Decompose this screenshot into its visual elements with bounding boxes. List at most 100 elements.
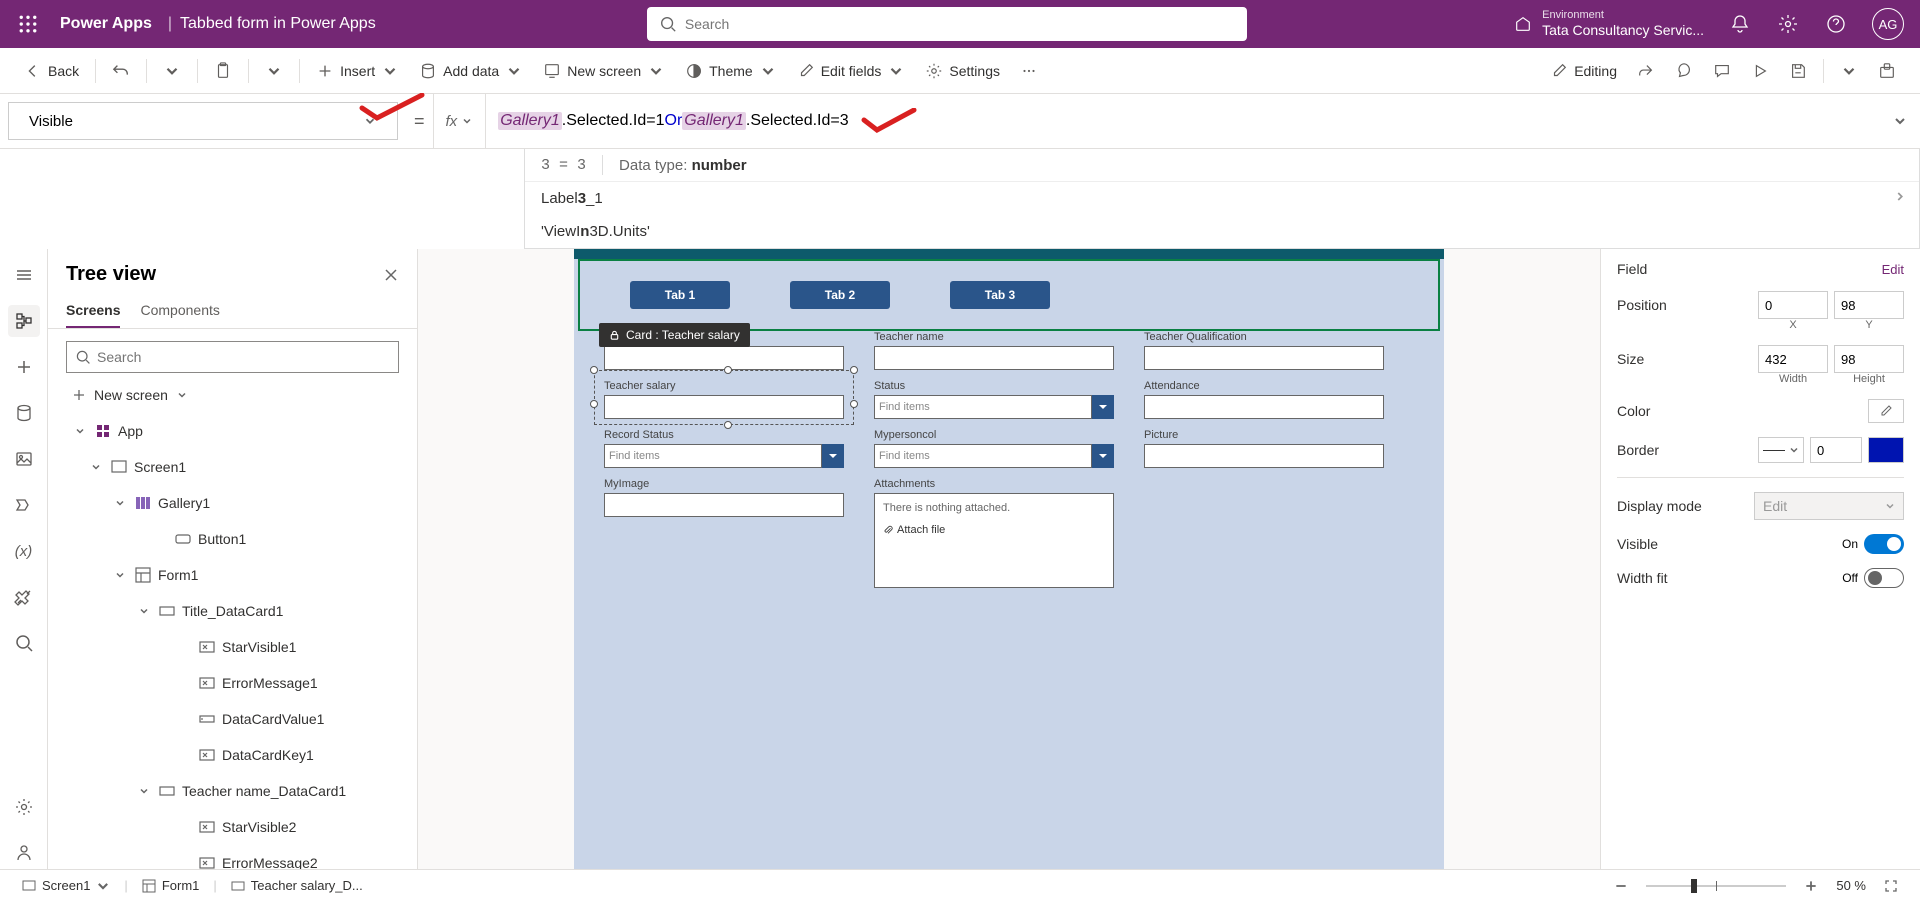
display-mode-select[interactable]: Edit: [1754, 492, 1904, 520]
save-dropdown[interactable]: [1832, 56, 1866, 86]
field-teacher-salary[interactable]: Teacher salary: [604, 380, 844, 419]
breadcrumb-card[interactable]: Teacher salary_D...: [225, 876, 369, 895]
save-button[interactable]: [1781, 56, 1815, 86]
tree-item[interactable]: App: [48, 413, 417, 449]
widthfit-toggle[interactable]: [1864, 568, 1904, 588]
attach-file-button[interactable]: Attach file: [883, 524, 1105, 536]
play-button[interactable]: [1743, 56, 1777, 86]
tree-item[interactable]: Screen1: [48, 449, 417, 485]
tree-item[interactable]: Form1: [48, 557, 417, 593]
field-qualification[interactable]: Teacher Qualification: [1144, 331, 1384, 370]
rail-insert[interactable]: [8, 351, 40, 383]
resize-handle[interactable]: [724, 421, 732, 429]
tab-button[interactable]: Tab 2: [790, 281, 890, 309]
chevron-down-icon[interactable]: [112, 495, 128, 511]
undo-dropdown[interactable]: [155, 56, 189, 86]
tree-list[interactable]: AppScreen1Gallery1Button1Form1Title_Data…: [48, 409, 417, 869]
expand-formula-button[interactable]: [1880, 94, 1920, 148]
border-style-picker[interactable]: [1758, 437, 1804, 463]
text-input[interactable]: [604, 493, 844, 517]
rail-settings[interactable]: [8, 791, 40, 823]
tree-item[interactable]: Gallery1: [48, 485, 417, 521]
combo-input[interactable]: Find items: [874, 444, 1092, 468]
notifications-icon[interactable]: [1720, 4, 1760, 44]
visible-toggle[interactable]: [1864, 534, 1904, 554]
resize-handle[interactable]: [590, 400, 598, 408]
position-y-input[interactable]: [1834, 291, 1904, 319]
theme-button[interactable]: Theme: [677, 56, 785, 86]
property-selector[interactable]: [8, 102, 398, 140]
tab-screens[interactable]: Screens: [66, 294, 120, 328]
dropdown-button[interactable]: [1092, 444, 1114, 468]
tree-search[interactable]: [66, 341, 399, 373]
rail-media[interactable]: [8, 443, 40, 475]
search-input[interactable]: [685, 16, 1235, 32]
chevron-down-icon[interactable]: [136, 783, 152, 799]
edit-link[interactable]: Edit: [1882, 262, 1904, 277]
resize-handle[interactable]: [850, 366, 858, 374]
paste-dropdown[interactable]: [257, 56, 291, 86]
breadcrumb-form[interactable]: Form1: [136, 876, 206, 895]
combo-input[interactable]: Find items: [604, 444, 822, 468]
tab-button[interactable]: Tab 3: [950, 281, 1050, 309]
dropdown-button[interactable]: [822, 444, 844, 468]
tree-item[interactable]: ErrorMessage2: [48, 845, 417, 869]
resize-handle[interactable]: [590, 366, 598, 374]
combo-input[interactable]: Find items: [874, 395, 1092, 419]
global-search[interactable]: [647, 7, 1247, 41]
rail-tree-view[interactable]: [8, 305, 40, 337]
tab-components[interactable]: Components: [140, 294, 219, 328]
design-canvas[interactable]: Tab 1 Tab 2 Tab 3 Card : Teacher salary …: [418, 249, 1600, 869]
back-button[interactable]: Back: [16, 56, 87, 86]
add-data-button[interactable]: Add data: [411, 56, 531, 86]
rail-search[interactable]: [8, 627, 40, 659]
text-input[interactable]: [604, 395, 844, 419]
field-record-status[interactable]: Record StatusFind items: [604, 429, 844, 468]
new-screen-button[interactable]: New screen: [48, 381, 417, 409]
rail-data[interactable]: [8, 397, 40, 429]
position-x-input[interactable]: [1758, 291, 1828, 319]
insert-button[interactable]: Insert: [308, 56, 407, 86]
rail-tools[interactable]: [8, 581, 40, 613]
text-input[interactable]: [1144, 395, 1384, 419]
settings-button[interactable]: Settings: [917, 56, 1008, 86]
field-attendance[interactable]: Attendance: [1144, 380, 1384, 419]
chevron-down-icon[interactable]: [72, 423, 88, 439]
user-avatar[interactable]: AG: [1872, 8, 1904, 40]
tree-item[interactable]: StarVisible2: [48, 809, 417, 845]
rail-variables[interactable]: (x): [8, 535, 40, 567]
text-input[interactable]: [1144, 444, 1384, 468]
tree-item[interactable]: StarVisible1: [48, 629, 417, 665]
text-input[interactable]: [874, 346, 1114, 370]
intel-next-icon[interactable]: [1893, 189, 1907, 208]
breadcrumb-screen[interactable]: Screen1: [16, 876, 116, 895]
paste-button[interactable]: [206, 56, 240, 86]
publish-button[interactable]: [1870, 56, 1904, 86]
tree-search-input[interactable]: [97, 349, 390, 365]
app-checker-button[interactable]: [1667, 56, 1701, 86]
field-teacher-name[interactable]: Teacher name: [874, 331, 1114, 370]
environment-picker[interactable]: Environment Tata Consultancy Servic...: [1514, 9, 1704, 39]
intel-suggestion[interactable]: Label3_1: [525, 182, 1919, 215]
rail-hamburger[interactable]: [8, 259, 40, 291]
resize-handle[interactable]: [724, 366, 732, 374]
new-screen-button[interactable]: New screen: [535, 56, 673, 86]
share-button[interactable]: [1629, 56, 1663, 86]
text-input[interactable]: [1144, 346, 1384, 370]
tree-item[interactable]: ErrorMessage1: [48, 665, 417, 701]
tab-button[interactable]: Tab 1: [630, 281, 730, 309]
document-title[interactable]: Tabbed form in Power Apps: [176, 15, 380, 33]
tree-item[interactable]: Title_DataCard1: [48, 593, 417, 629]
rail-flows[interactable]: [8, 489, 40, 521]
chevron-down-icon[interactable]: [112, 567, 128, 583]
dropdown-button[interactable]: [1092, 395, 1114, 419]
undo-button[interactable]: [104, 56, 138, 86]
chevron-down-icon[interactable]: [136, 603, 152, 619]
tree-item[interactable]: DataCardValue1: [48, 701, 417, 737]
rail-ask[interactable]: [8, 837, 40, 869]
field-attachments[interactable]: Attachments There is nothing attached. A…: [874, 478, 1114, 588]
zoom-slider[interactable]: [1646, 885, 1786, 887]
size-height-input[interactable]: [1834, 345, 1904, 373]
border-width-input[interactable]: [1810, 437, 1862, 463]
border-color-picker[interactable]: [1868, 437, 1904, 463]
